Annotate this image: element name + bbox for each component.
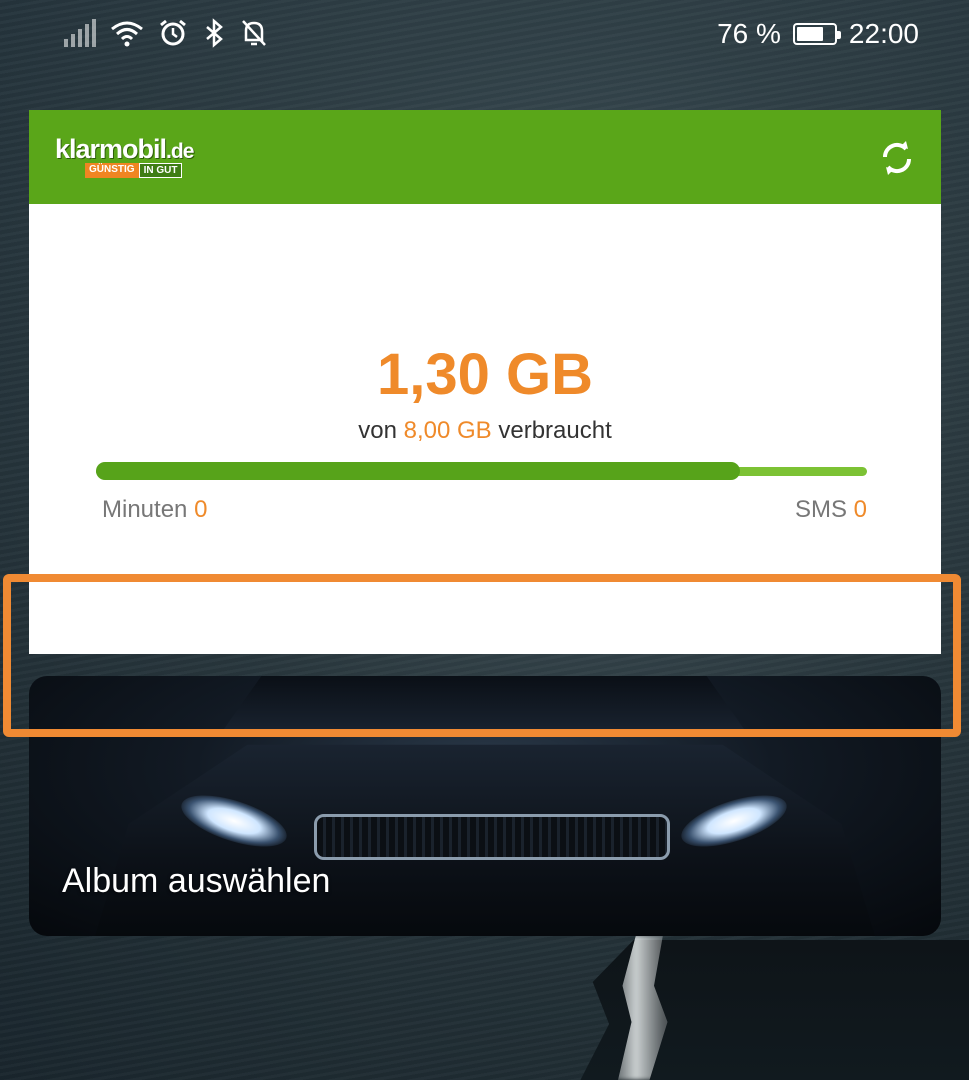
car-grille [314, 814, 670, 860]
data-usage-progress-bar [96, 462, 867, 480]
klarmobil-widget[interactable]: klarmobil.de GÜNSTIG IN GUT 1,30 GB von 8… [29, 110, 941, 654]
battery-icon [792, 23, 841, 45]
data-limit: 8,00 GB [403, 417, 492, 444]
alarm-icon [160, 19, 186, 46]
widget-header: klarmobil.de GÜNSTIG IN GUT [29, 110, 941, 204]
data-used: 1,30 GB [377, 342, 593, 407]
select-album-label[interactable]: Album auswählen [62, 862, 330, 901]
signal-icon [64, 19, 96, 47]
klarmobil-logo: klarmobil.de GÜNSTIG IN GUT [55, 134, 194, 178]
clock: 22:00 [848, 18, 919, 49]
car-windshield [219, 676, 749, 736]
bluetooth-icon [206, 18, 223, 48]
notifications-off-icon [242, 20, 266, 46]
data-usage: 1,30 GB von 8,00 GB verbraucht [29, 335, 941, 445]
sms-value: 0 [853, 496, 867, 523]
data-usage-description: von 8,00 GB verbraucht [358, 417, 612, 444]
progress-fill [96, 462, 740, 480]
minutes-stat: Minuten 0 [102, 496, 208, 523]
status-icons [64, 18, 268, 48]
album-widget[interactable]: Album auswählen [29, 676, 941, 936]
wifi-icon [111, 21, 143, 47]
battery-percent: 76 % [717, 18, 781, 49]
sms-stat: SMS 0 [794, 496, 867, 523]
refresh-icon[interactable] [877, 138, 917, 178]
status-bar: 76 % 22:00 [0, 0, 969, 70]
status-right: 76 % 22:00 [717, 18, 919, 50]
minutes-value: 0 [194, 496, 208, 523]
wallpaper-shore [580, 940, 969, 1080]
